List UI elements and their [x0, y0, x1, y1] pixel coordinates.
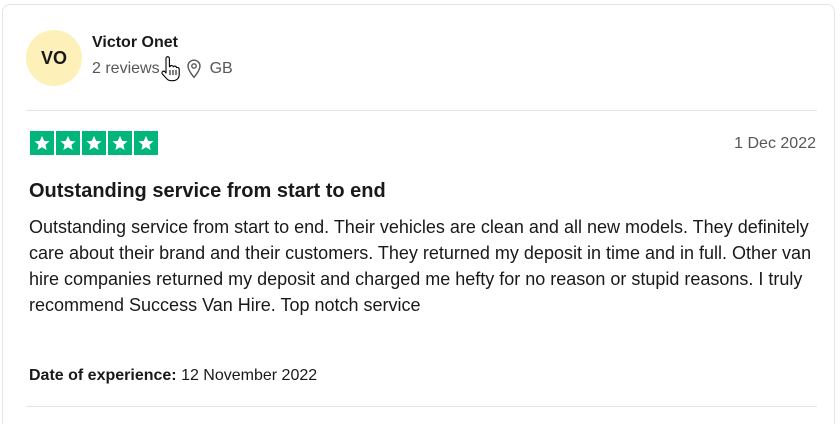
- star-icon: [82, 131, 106, 155]
- map-pin-icon: [186, 59, 201, 79]
- star-rating: [30, 131, 160, 155]
- review-date: 1 Dec 2022: [734, 135, 816, 152]
- reviewer-header: VO Victor Onet 2 reviews GB: [26, 30, 233, 86]
- date-of-experience: Date of experience: 12 November 2022: [29, 366, 317, 386]
- reviewer-meta: 2 reviews GB: [92, 59, 233, 79]
- star-icon: [134, 131, 158, 155]
- avatar-initials: VO: [40, 47, 67, 68]
- experience-date: 12 November 2022: [181, 367, 318, 384]
- avatar[interactable]: VO: [26, 30, 82, 86]
- review-body: Outstanding service from start to end. T…: [29, 217, 812, 315]
- divider: [26, 110, 817, 111]
- review-title[interactable]: Outstanding service from start to end: [29, 179, 386, 203]
- reviews-count[interactable]: 2 reviews: [92, 59, 160, 79]
- experience-label: Date of experience:: [29, 367, 177, 384]
- star-icon: [56, 131, 80, 155]
- star-icon: [108, 131, 132, 155]
- star-icon: [30, 131, 54, 155]
- reviewer-name[interactable]: Victor Onet: [92, 33, 233, 53]
- bottom-divider: [26, 406, 817, 407]
- reviewer-location: GB: [209, 60, 233, 77]
- reviewer-info: Victor Onet 2 reviews GB: [92, 33, 233, 79]
